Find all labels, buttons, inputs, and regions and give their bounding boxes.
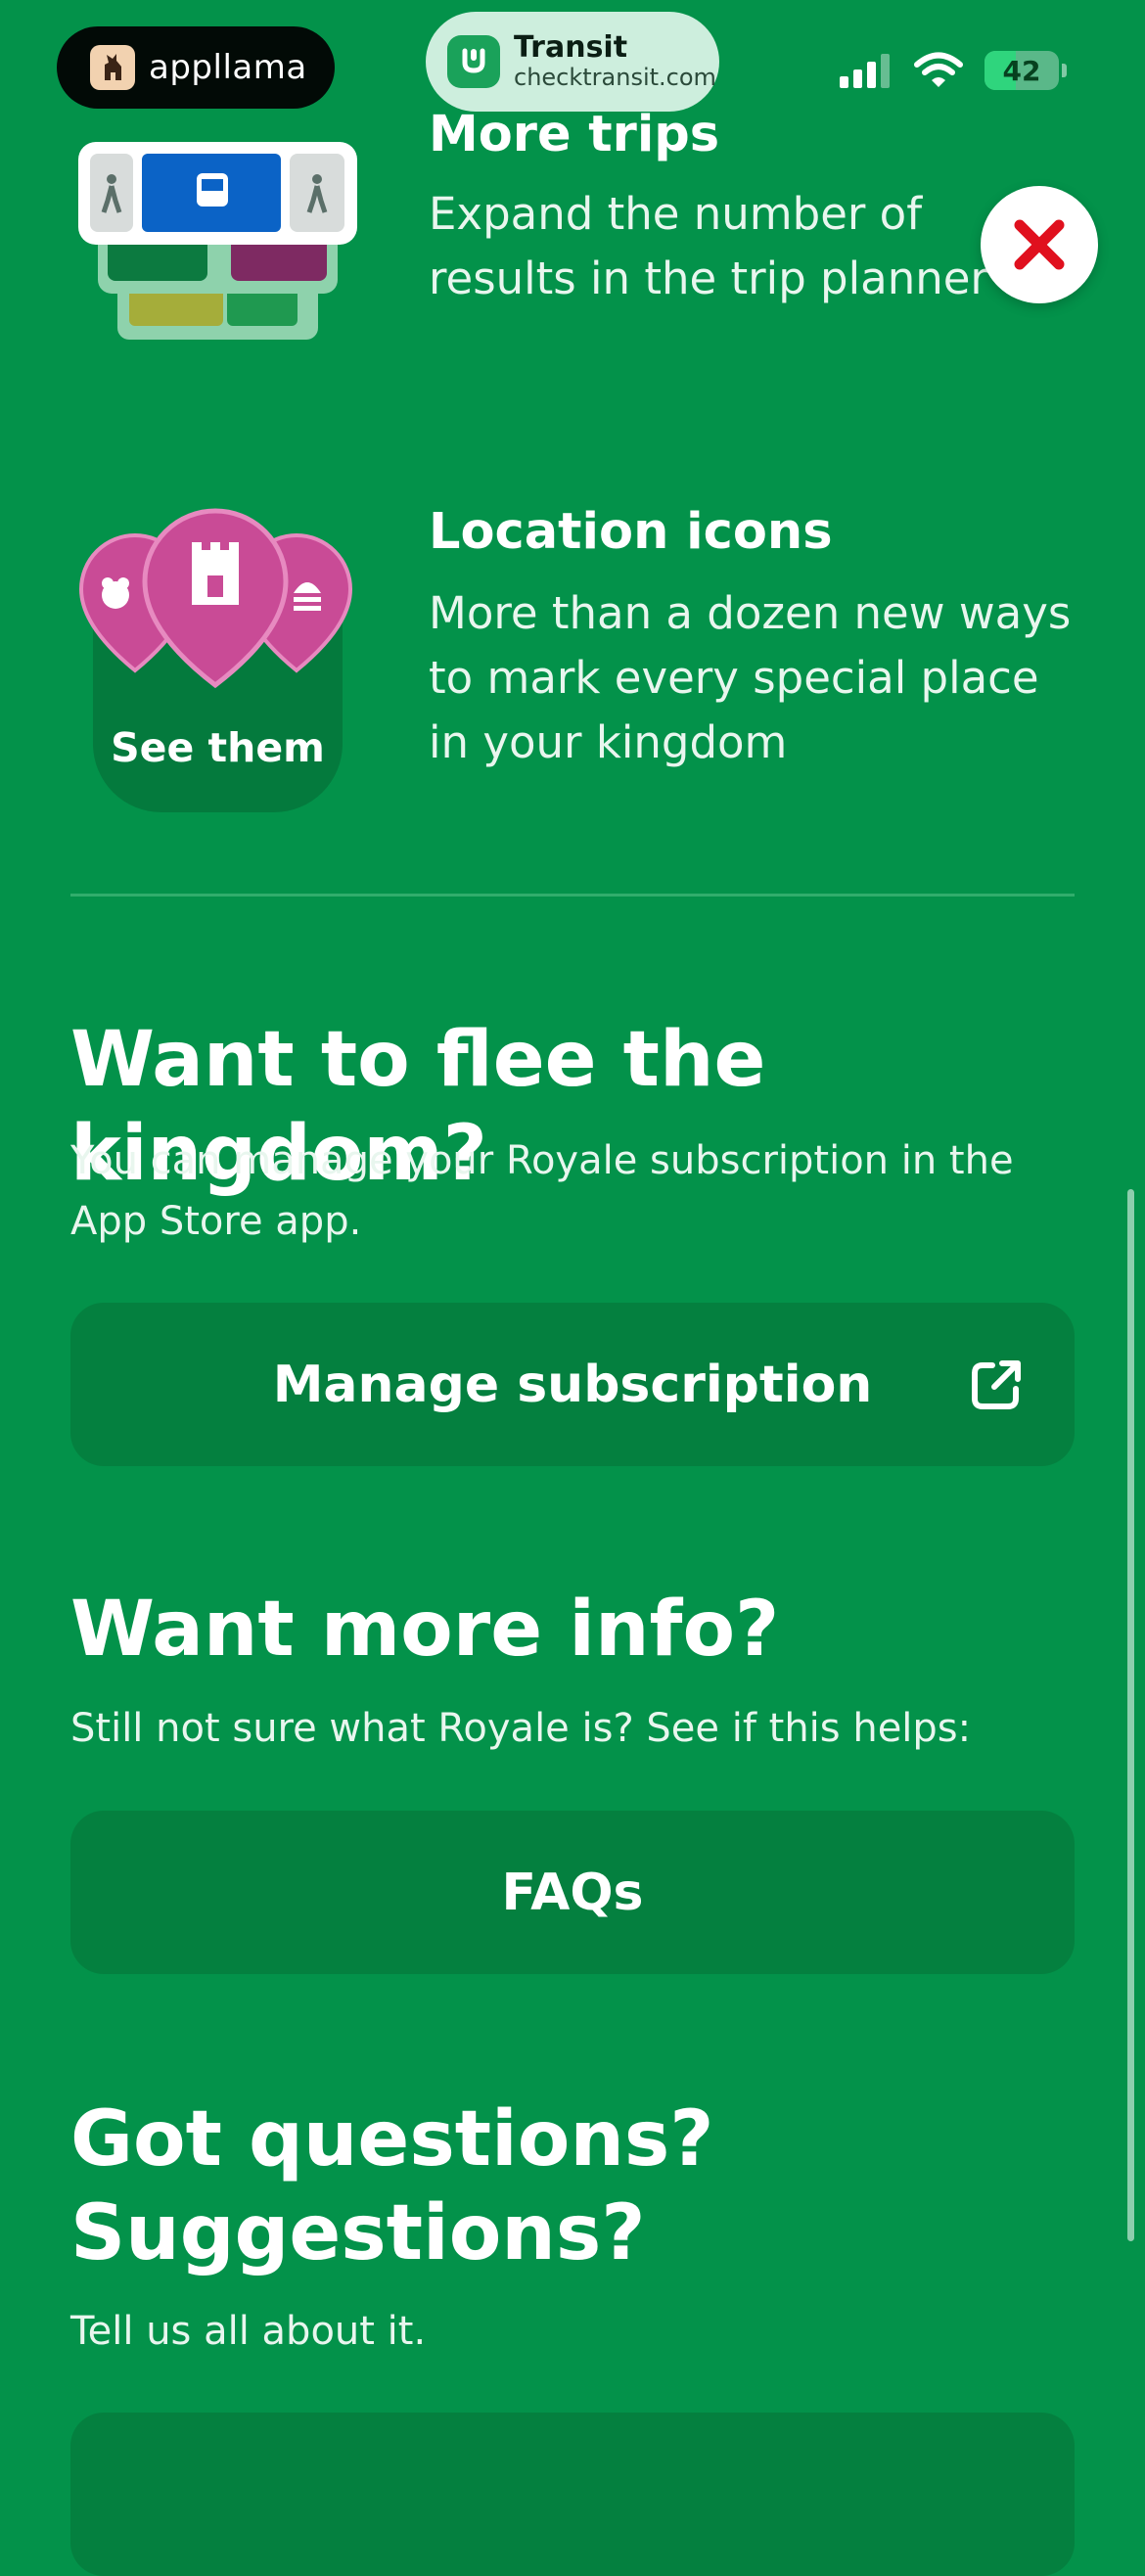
transit-app-pill[interactable]: Transit checktransit.com bbox=[426, 12, 719, 112]
close-button[interactable] bbox=[981, 186, 1098, 303]
questions-section-desc: Tell us all about it. bbox=[70, 2309, 427, 2354]
status-indicators: 42 bbox=[840, 51, 1067, 90]
feature-desc-location-icons: More than a dozen new ways to mark every… bbox=[429, 587, 1072, 768]
appllama-label: appllama bbox=[149, 48, 307, 87]
wifi-icon bbox=[914, 52, 963, 87]
battery-level: 42 bbox=[1002, 54, 1041, 87]
feature-desc-more-trips: Expand the number of results in the trip… bbox=[429, 188, 988, 304]
cellular-signal-icon bbox=[840, 54, 890, 88]
llama-icon bbox=[90, 45, 135, 90]
appllama-pill[interactable]: appllama bbox=[57, 26, 335, 109]
questions-title-line1: Got questions? bbox=[70, 2095, 714, 2184]
contact-button[interactable] bbox=[70, 2413, 1075, 2576]
faqs-button[interactable]: FAQs bbox=[70, 1811, 1075, 1974]
close-icon bbox=[1014, 219, 1065, 270]
transit-logo-icon bbox=[447, 35, 500, 88]
scrollbar[interactable] bbox=[1127, 1189, 1134, 2241]
transit-url: checktransit.com bbox=[514, 64, 716, 91]
questions-title-line2: Suggestions? bbox=[70, 2189, 646, 2277]
transit-name: Transit bbox=[514, 30, 628, 65]
feature-title-location-icons: Location icons bbox=[429, 503, 833, 561]
trips-illustration bbox=[78, 142, 357, 340]
info-section-title: Want more info? bbox=[70, 1586, 780, 1674]
location-pins-illustration bbox=[78, 508, 353, 689]
see-them-label[interactable]: See them bbox=[93, 724, 343, 771]
questions-section-title: Got questions? Suggestions? bbox=[70, 2093, 714, 2280]
manage-subscription-label: Manage subscription bbox=[272, 1355, 873, 1414]
faqs-label: FAQs bbox=[501, 1863, 644, 1922]
section-divider bbox=[70, 894, 1075, 897]
info-section-desc: Still not sure what Royale is? See if th… bbox=[70, 1706, 972, 1751]
battery-icon: 42 bbox=[985, 51, 1059, 90]
external-link-icon bbox=[972, 1360, 1021, 1409]
manage-subscription-button[interactable]: Manage subscription bbox=[70, 1303, 1075, 1466]
feature-title-more-trips: More trips bbox=[429, 106, 720, 163]
flee-section-desc: You can manage your Royale subscription … bbox=[70, 1138, 1014, 1244]
